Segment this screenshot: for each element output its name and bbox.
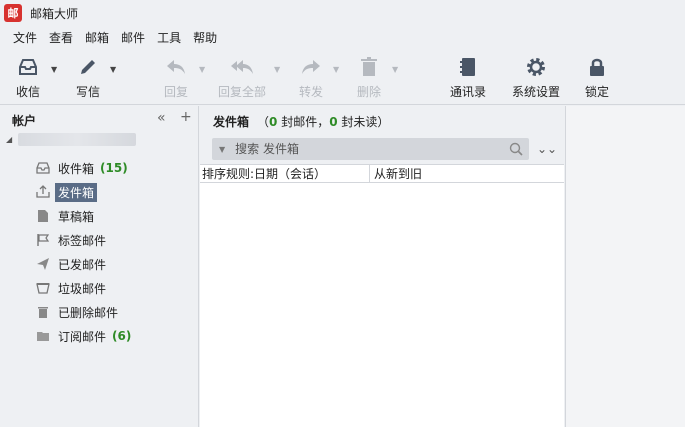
folder-sent[interactable]: 已发邮件 [36,254,106,274]
gear-icon [527,58,545,76]
pencil-icon [81,60,95,74]
reply-button[interactable]: 回复 [164,56,188,100]
menu-help[interactable]: 帮助 [193,29,217,46]
folder-label: 已发邮件 [58,257,107,272]
compose-dropdown-icon[interactable]: ▼ [110,65,116,74]
account-name-blurred [18,133,137,146]
folder-summary: 发件箱 （0 封邮件，0 封未读） [213,113,389,130]
outbox-icon [36,185,50,198]
drafts-icon [38,210,48,222]
folder-deleted[interactable]: 已删除邮件 [36,302,118,322]
menu-view[interactable]: 查看 [49,29,73,46]
receive-button[interactable]: 收信 [16,56,40,100]
compose-button[interactable]: 写信 [76,56,100,100]
menu-mailbox[interactable]: 邮箱 [85,29,109,46]
folder-label: 草稿箱 [58,209,95,224]
delete-button[interactable]: 删除 [357,56,381,100]
menu-file[interactable]: 文件 [13,29,37,46]
sent-icon [37,258,49,270]
account-header: 帐户 [12,114,37,128]
sort-order-column[interactable]: 从新到旧 [370,165,422,182]
folder-subscriptions[interactable]: 订阅邮件 (6) [36,326,131,346]
search-box[interactable]: ▼ [212,138,529,160]
reply-icon [167,60,185,74]
reply-all-label: 回复全部 [218,85,267,99]
folder-label: 发件箱 [55,182,98,202]
folder-icon [37,332,49,341]
sidebar: 帐户 « + ◢ 收件箱 (15) 发件箱 草稿箱 标签邮件 已发邮件 垃圾邮件… [0,106,199,427]
settings-label: 系统设置 [512,85,561,99]
folder-label: 垃圾邮件 [58,281,107,296]
reply-dropdown-icon[interactable]: ▼ [199,65,205,74]
lock-button[interactable]: 锁定 [585,56,609,100]
settings-button[interactable]: 系统设置 [512,56,560,100]
contacts-label: 通讯录 [450,85,487,99]
delete-dropdown-icon[interactable]: ▼ [392,65,398,74]
total-unit: 封邮件， [277,115,330,129]
trash-icon [38,307,48,318]
inbox-tray-icon [19,59,37,75]
preview-pane [565,106,685,427]
unread-count: (15) [100,161,128,175]
title-bar: 邮 邮箱大师 [0,0,685,26]
receive-label: 收信 [16,85,41,99]
reply-label: 回复 [164,85,189,99]
lock-label: 锁定 [585,85,610,99]
compose-label: 写信 [76,85,101,99]
lock-icon [590,58,604,76]
delete-label: 删除 [357,85,382,99]
unread-count: (6) [112,329,132,343]
forward-button[interactable]: 转发 [299,56,323,100]
contacts-button[interactable]: 通讯录 [450,56,486,100]
search-input[interactable] [235,142,506,156]
trash-icon [361,57,377,76]
summary-open: （ [257,115,270,129]
forward-label: 转发 [299,85,324,99]
folder-label: 收件箱 [58,161,95,176]
app-title: 邮箱大师 [30,6,79,21]
inbox-icon [36,162,50,174]
menu-tools[interactable]: 工具 [157,29,181,46]
folder-flagged[interactable]: 标签邮件 [36,230,106,250]
search-icon[interactable] [509,142,523,156]
receive-dropdown-icon[interactable]: ▼ [51,65,57,74]
app-logo-icon: 邮 [4,4,22,22]
folder-label: 已删除邮件 [58,305,119,320]
menu-bar: 文件 查看 邮箱 邮件 工具 帮助 [0,26,685,48]
unread-unit: 封未读） [337,115,390,129]
expand-triangle-icon[interactable]: ◢ [6,135,12,144]
sort-rule-column[interactable]: 排序规则:日期（会话） [200,165,370,182]
list-header: 排序规则:日期（会话） 从新到旧 [200,164,564,183]
reply-all-dropdown-icon[interactable]: ▼ [274,65,280,74]
collapse-sidebar-icon[interactable]: « [157,110,166,126]
folder-label: 订阅邮件 [58,329,107,344]
flag-icon [37,234,50,246]
toolbar: 收信 ▼ 写信 ▼ 回复 ▼ 回复全部 ▼ 转发 ▼ 删除 ▼ 通讯录 系统设置… [0,50,685,105]
folder-spam[interactable]: 垃圾邮件 [36,278,106,298]
expand-options-icon[interactable]: ⌄⌄ [537,142,557,156]
forward-icon [302,60,320,74]
account-item[interactable]: ◢ [6,133,137,146]
add-account-icon[interactable]: + [180,109,192,125]
folder-drafts[interactable]: 草稿箱 [36,206,94,226]
reply-all-button[interactable]: 回复全部 [218,56,266,100]
spam-icon [36,283,50,294]
search-scope-dropdown-icon[interactable]: ▼ [219,145,225,154]
folder-inbox[interactable]: 收件箱 (15) [36,158,128,178]
folder-outbox[interactable]: 发件箱 [36,182,98,202]
forward-dropdown-icon[interactable]: ▼ [333,65,339,74]
menu-mail[interactable]: 邮件 [121,29,145,46]
folder-name: 发件箱 [213,115,250,129]
folder-label: 标签邮件 [58,233,107,248]
address-book-icon [460,58,475,76]
message-pane: 发件箱（0 封邮件，0 封未读） ▼ ⌄⌄ 排序规则:日期（会话） 从新到旧 [200,106,565,427]
unread-total: 0 [329,115,338,129]
reply-all-icon [231,60,253,74]
message-list[interactable] [200,183,564,427]
